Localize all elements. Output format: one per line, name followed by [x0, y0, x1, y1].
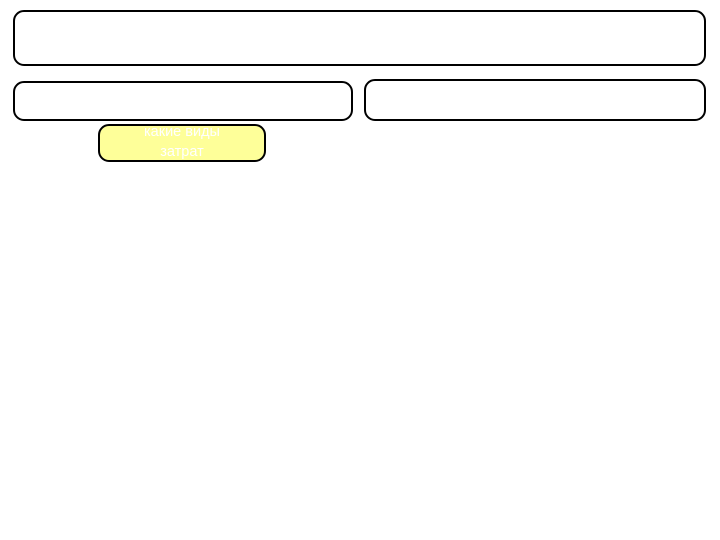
box-highlight-label: какие видызатрат — [140, 123, 224, 162]
box-highlight-yellow: какие видызатрат — [98, 124, 266, 162]
box-mid-left — [13, 81, 353, 121]
box-top-wide — [13, 10, 706, 66]
box-mid-right — [364, 79, 706, 121]
diagram-canvas: Разделить затраты поуровнямсуществествен… — [0, 0, 720, 540]
